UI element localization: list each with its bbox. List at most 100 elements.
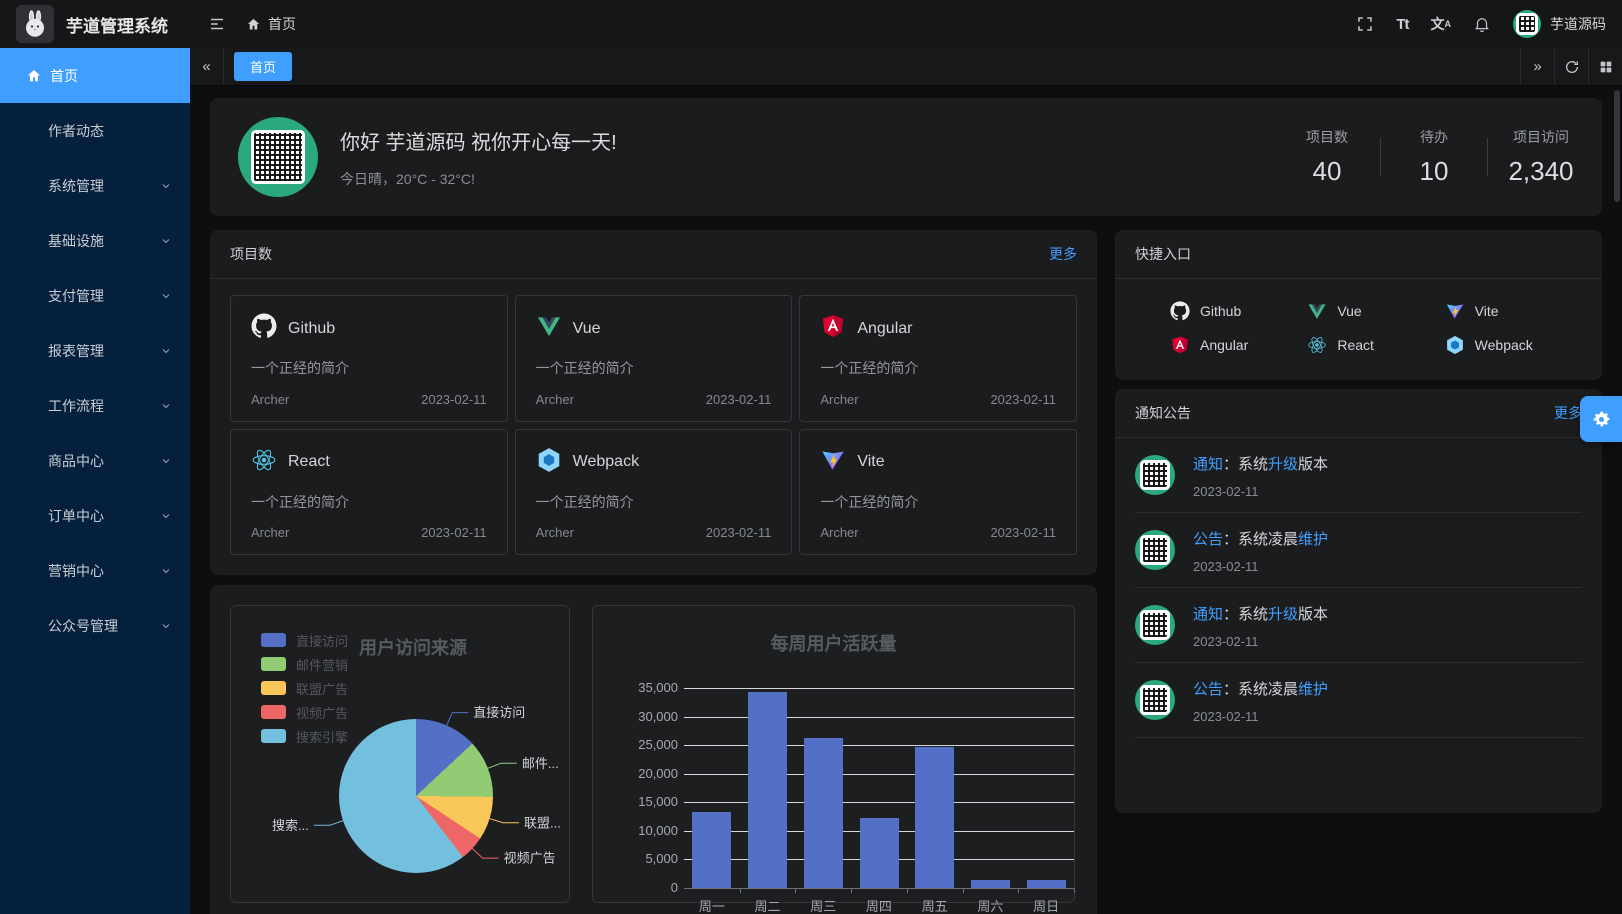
project-date: 2023-02-11 bbox=[421, 525, 487, 540]
vue-icon bbox=[1307, 301, 1327, 321]
welcome-avatar bbox=[238, 117, 318, 197]
topbar: 芋道管理系统 首页 Tt 文A 芋道源码 bbox=[0, 0, 1622, 48]
user-avatar bbox=[1513, 10, 1541, 38]
y-axis-label: 25,000 bbox=[596, 737, 678, 752]
notice-item-3[interactable]: 公告：系统凌晨维护2023-02-11 bbox=[1135, 663, 1582, 738]
sidebar-item-label: 公众号管理 bbox=[48, 616, 160, 636]
notices-more-link[interactable]: 更多 bbox=[1554, 403, 1582, 423]
svg-text:直接访问: 直接访问 bbox=[473, 705, 525, 720]
notice-item-0[interactable]: 通知：系统升级版本2023-02-11 bbox=[1135, 438, 1582, 513]
sidebar-item-label: 首页 bbox=[50, 66, 172, 86]
chevron-down-icon bbox=[160, 180, 172, 192]
legend-item-1[interactable]: 邮件营销 bbox=[261, 652, 348, 676]
vite-icon bbox=[820, 447, 846, 478]
gear-icon bbox=[1592, 410, 1611, 429]
menu-fold-icon[interactable] bbox=[208, 15, 226, 33]
x-axis-label: 周五 bbox=[907, 896, 963, 914]
project-card-webpack[interactable]: Webpack一个正经的简介Archer2023-02-11 bbox=[515, 429, 793, 556]
sidebar-item-7[interactable]: 商品中心 bbox=[0, 433, 190, 488]
notice-item-1[interactable]: 公告：系统凌晨维护2023-02-11 bbox=[1135, 513, 1582, 588]
language-icon[interactable]: 文A bbox=[1431, 14, 1452, 34]
quick-link-label: Angular bbox=[1200, 337, 1248, 353]
project-desc: 一个正经的简介 bbox=[820, 358, 1056, 378]
project-card-vue[interactable]: Vue一个正经的简介Archer2023-02-11 bbox=[515, 295, 793, 422]
notice-date: 2023-02-11 bbox=[1193, 634, 1328, 649]
project-card-github[interactable]: Github一个正经的简介Archer2023-02-11 bbox=[230, 295, 508, 422]
notice-date: 2023-02-11 bbox=[1193, 709, 1328, 724]
sidebar-item-6[interactable]: 工作流程 bbox=[0, 378, 190, 433]
sidebar-item-9[interactable]: 营销中心 bbox=[0, 543, 190, 598]
quick-link-github[interactable]: Github bbox=[1170, 301, 1307, 321]
legend-item-4[interactable]: 搜索引擎 bbox=[261, 724, 348, 748]
chevron-down-icon bbox=[160, 510, 172, 522]
project-card-react[interactable]: React一个正经的简介Archer2023-02-11 bbox=[230, 429, 508, 556]
sidebar-item-5[interactable]: 报表管理 bbox=[0, 323, 190, 378]
bar-周一 bbox=[692, 812, 731, 888]
tab-home[interactable]: 首页 bbox=[234, 52, 292, 81]
projects-more-link[interactable]: 更多 bbox=[1049, 244, 1077, 264]
bar-chart-plot: 05,00010,00015,00020,00025,00030,00035,0… bbox=[684, 688, 1074, 888]
project-card-angular[interactable]: Angular一个正经的简介Archer2023-02-11 bbox=[799, 295, 1077, 422]
x-axis-tick bbox=[1074, 888, 1075, 893]
notice-title: 通知：系统升级版本 bbox=[1193, 453, 1328, 474]
chevron-down-icon bbox=[160, 345, 172, 357]
project-date: 2023-02-11 bbox=[421, 392, 487, 407]
sidebar-item-0[interactable]: 首页 bbox=[0, 48, 190, 103]
sidebar-item-3[interactable]: 基础设施 bbox=[0, 213, 190, 268]
sidebar-item-4[interactable]: 支付管理 bbox=[0, 268, 190, 323]
quick-link-react[interactable]: React bbox=[1307, 335, 1444, 355]
refresh-icon[interactable] bbox=[1554, 48, 1588, 85]
sidebar-item-label: 作者动态 bbox=[48, 121, 172, 141]
notice-card-title: 通知公告 bbox=[1135, 403, 1191, 423]
scrollbar-thumb[interactable] bbox=[1614, 90, 1620, 202]
project-author: Archer bbox=[251, 392, 289, 407]
charts-card: 用户访问来源直接访问邮件营销联盟广告视频广告搜索引擎直接访问邮件...联盟...… bbox=[210, 585, 1097, 914]
quick-link-webpack[interactable]: Webpack bbox=[1445, 335, 1582, 355]
breadcrumb-label: 首页 bbox=[268, 14, 296, 34]
x-axis-tick bbox=[740, 888, 741, 893]
project-author: Archer bbox=[536, 525, 574, 540]
font-size-icon[interactable]: Tt bbox=[1396, 16, 1408, 33]
bell-icon[interactable] bbox=[1473, 15, 1491, 33]
stat-label: 项目数 bbox=[1294, 127, 1360, 147]
x-axis-label: 周四 bbox=[851, 896, 907, 914]
quick-link-vite[interactable]: Vite bbox=[1445, 301, 1582, 321]
fullscreen-icon[interactable] bbox=[1356, 15, 1374, 33]
project-card-vite[interactable]: Vite一个正经的简介Archer2023-02-11 bbox=[799, 429, 1077, 556]
notice-avatar bbox=[1135, 605, 1175, 645]
gridline bbox=[684, 802, 1074, 803]
sidebar-item-2[interactable]: 系统管理 bbox=[0, 158, 190, 213]
stat-label: 待办 bbox=[1401, 127, 1467, 147]
logo-area[interactable]: 芋道管理系统 bbox=[0, 5, 190, 43]
legend-swatch bbox=[261, 705, 286, 719]
chevron-down-icon bbox=[160, 400, 172, 412]
sidebar-item-10[interactable]: 公众号管理 bbox=[0, 598, 190, 653]
sidebar-item-8[interactable]: 订单中心 bbox=[0, 488, 190, 543]
tabs-scroll-right-icon[interactable]: » bbox=[1520, 48, 1554, 85]
project-author: Archer bbox=[251, 525, 289, 540]
chevron-down-icon bbox=[160, 235, 172, 247]
quick-link-vue[interactable]: Vue bbox=[1307, 301, 1444, 321]
legend-item-0[interactable]: 直接访问 bbox=[261, 628, 348, 652]
breadcrumb[interactable]: 首页 bbox=[246, 14, 296, 34]
project-author: Archer bbox=[820, 392, 858, 407]
tabs-menu-grid-icon[interactable] bbox=[1588, 48, 1622, 85]
notice-title: 公告：系统凌晨维护 bbox=[1193, 528, 1328, 549]
legend-item-2[interactable]: 联盟广告 bbox=[261, 676, 348, 700]
notice-item-2[interactable]: 通知：系统升级版本2023-02-11 bbox=[1135, 588, 1582, 663]
angular-icon bbox=[1170, 335, 1190, 355]
tabs-scroll-left-icon[interactable]: « bbox=[190, 48, 224, 85]
user-menu[interactable]: 芋道源码 bbox=[1513, 10, 1606, 38]
settings-gear-button[interactable] bbox=[1580, 396, 1622, 442]
quick-link-angular[interactable]: Angular bbox=[1170, 335, 1307, 355]
legend-item-3[interactable]: 视频广告 bbox=[261, 700, 348, 724]
legend-label: 直接访问 bbox=[296, 631, 348, 650]
project-desc: 一个正经的简介 bbox=[820, 492, 1056, 512]
home-icon bbox=[246, 17, 261, 32]
project-name: Github bbox=[288, 320, 335, 338]
legend-swatch bbox=[261, 681, 286, 695]
project-author: Archer bbox=[536, 392, 574, 407]
gridline bbox=[684, 688, 1074, 689]
sidebar-item-1[interactable]: 作者动态 bbox=[0, 103, 190, 158]
angular-icon bbox=[820, 313, 846, 344]
